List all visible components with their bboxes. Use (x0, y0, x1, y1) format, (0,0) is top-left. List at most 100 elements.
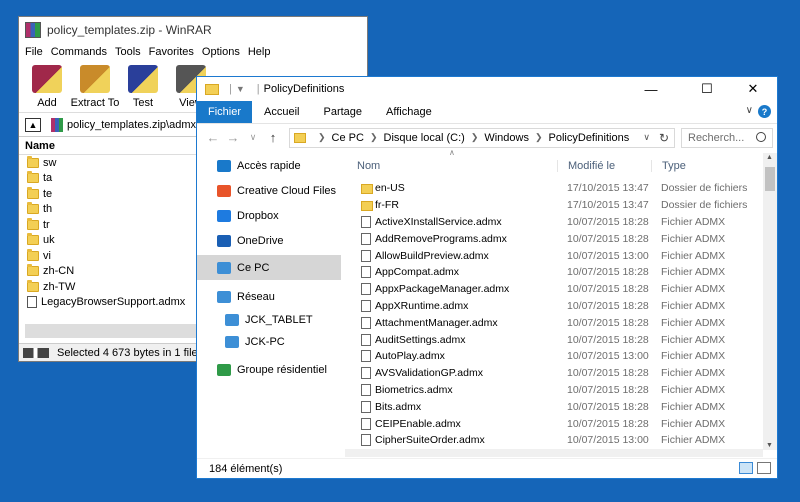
drive-icon (23, 347, 49, 358)
up-folder-icon[interactable]: ▲ (25, 117, 41, 132)
scroll-thumb[interactable] (765, 167, 775, 191)
file-date: 10/07/2015 13:00 (567, 350, 649, 363)
back-arrow-icon[interactable]: ← (203, 130, 223, 145)
search-input[interactable]: Recherch... (681, 127, 773, 148)
file-name: AuditSettings.admx (375, 333, 466, 346)
file-name: AttachmentManager.admx (375, 316, 498, 329)
table-row[interactable]: Biometrics.admx 10/07/2015 18:28 Fichier A… (345, 382, 763, 399)
folder-icon (205, 83, 219, 95)
close-icon[interactable]: ✕ (735, 77, 771, 101)
file-name: en-US (375, 182, 405, 195)
address-dropdown-icon[interactable]: ∨ (643, 132, 650, 143)
admx-file-icon (361, 249, 371, 262)
table-row[interactable]: AllowBuildPreview.admx 10/07/2015 13:00 Fi… (345, 247, 763, 264)
nav-item[interactable]: OneDrive (197, 228, 341, 253)
extract-to-button[interactable]: Extract To (71, 61, 119, 112)
admx-file-icon (361, 350, 371, 363)
breadcrumb-chevron-icon[interactable]: ❯ (471, 132, 479, 143)
table-row[interactable]: AutoPlay.admx 10/07/2015 13:00 Fichier ADM… (345, 348, 763, 365)
address-bar[interactable]: ❯ Ce PC ❯ Disque local (C:) ❯ Windows ❯ PolicyD… (289, 127, 675, 148)
winrar-titlebar[interactable]: policy_templates.zip - WinRAR (19, 17, 367, 43)
column-type[interactable]: Type (651, 160, 686, 172)
tab-accueil[interactable]: Accueil (252, 101, 311, 123)
recent-dropdown-icon[interactable]: ∨ (243, 132, 263, 143)
toolbar-label: Extract To (70, 97, 120, 109)
table-row[interactable]: AppXRuntime.admx 10/07/2015 18:28 Fichier … (345, 298, 763, 315)
search-placeholder: Recherch... (688, 131, 745, 144)
table-row[interactable]: en-US 17/10/2015 13:47 Dossier de fichiers (345, 180, 763, 197)
table-row[interactable]: fr-FR 17/10/2015 13:47 Dossier de fichiers (345, 197, 763, 214)
table-row[interactable]: AVSValidationGP.admx 10/07/2015 18:28 Fich… (345, 365, 763, 382)
file-name: ActiveXInstallService.admx (375, 215, 502, 228)
ribbon-expand-icon[interactable]: ∨ (746, 105, 753, 116)
test-button[interactable]: Test (119, 61, 167, 112)
refresh-icon[interactable]: ↻ (659, 131, 669, 145)
menu-options[interactable]: Options (200, 46, 246, 58)
item-name: th (43, 203, 53, 216)
breadcrumb-item[interactable]: Disque local (C:) (384, 132, 465, 144)
menu-favorites[interactable]: Favorites (147, 46, 200, 58)
menu-tools[interactable]: Tools (113, 46, 147, 58)
breadcrumb-item[interactable]: Ce PC (332, 132, 364, 144)
table-row[interactable]: AppCompat.admx 10/07/2015 18:28 Fichier AD… (345, 264, 763, 281)
breadcrumb-chevron-icon[interactable]: ❯ (318, 132, 326, 143)
breadcrumb-chevron-icon[interactable]: ❯ (535, 132, 543, 143)
breadcrumb-item[interactable]: Windows (484, 132, 529, 144)
file-name: fr-FR (375, 199, 399, 212)
horizontal-scrollbar[interactable] (345, 449, 763, 457)
scroll-up-icon[interactable]: ▲ (766, 154, 773, 161)
table-row[interactable]: AppxPackageManager.admx 10/07/2015 18:28 F… (345, 281, 763, 298)
nav-item[interactable]: Accès rapide (197, 153, 341, 178)
table-row[interactable]: Bits.admx 10/07/2015 18:28 Fichier ADMX (345, 398, 763, 415)
item-name: vi (43, 249, 51, 262)
table-row[interactable]: ActiveXInstallService.admx 10/07/2015 18:… (345, 214, 763, 231)
admx-file-icon (361, 266, 371, 279)
up-arrow-icon[interactable]: ↑ (263, 130, 283, 145)
scroll-down-icon[interactable]: ▼ (766, 442, 773, 449)
admx-file-icon (361, 283, 371, 296)
nav-item[interactable]: Dropbox (197, 203, 341, 228)
quick-access-pin-icon[interactable]: ▼ (236, 84, 245, 94)
vertical-scrollbar[interactable]: ▲ ▼ (763, 153, 777, 450)
menu-commands[interactable]: Commands (49, 46, 113, 58)
tab-affichage[interactable]: Affichage (374, 101, 444, 123)
breadcrumb-item[interactable]: PolicyDefinitions (549, 132, 630, 144)
column-modified[interactable]: Modifié le (557, 160, 615, 172)
nav-item[interactable]: Réseau (197, 284, 341, 309)
help-icon[interactable]: ? (758, 105, 771, 118)
forward-arrow-icon[interactable]: → (223, 130, 243, 145)
file-type: Fichier ADMX (661, 249, 726, 262)
folder-icon (361, 200, 373, 211)
tab-partage[interactable]: Partage (311, 101, 374, 123)
nav-item[interactable]: Groupe résidentiel (197, 357, 341, 382)
menu-help[interactable]: Help (246, 46, 277, 58)
breadcrumb-chevron-icon[interactable]: ❯ (370, 132, 378, 143)
table-row[interactable]: AuditSettings.admx 10/07/2015 18:28 Fichie… (345, 331, 763, 348)
maximize-icon[interactable]: ☐ (689, 77, 725, 101)
large-icons-view-icon[interactable] (757, 462, 771, 474)
explorer-titlebar[interactable]: | ▼ | PolicyDefinitions — ☐ ✕ (197, 77, 777, 101)
menu-file[interactable]: File (23, 46, 49, 58)
winrar-horizontal-scrollbar[interactable] (25, 324, 201, 338)
nav-item[interactable]: Ce PC (197, 255, 341, 280)
column-name[interactable]: Nom (357, 160, 380, 172)
nav-item[interactable]: Creative Cloud Files (197, 178, 341, 203)
admx-file-icon (361, 400, 371, 413)
admx-file-icon (361, 299, 371, 312)
minimize-icon[interactable]: — (633, 77, 669, 101)
nav-item[interactable]: JCK-PC (197, 331, 341, 353)
table-row[interactable]: AttachmentManager.admx 10/07/2015 18:28 Fi… (345, 314, 763, 331)
table-row[interactable]: CEIPEnable.admx 10/07/2015 18:28 Fichier A… (345, 415, 763, 432)
explorer-window[interactable]: | ▼ | PolicyDefinitions — ☐ ✕ Fichier Acc… (196, 76, 778, 479)
add-button[interactable]: Add (23, 61, 71, 112)
table-row[interactable]: AddRemovePrograms.admx 10/07/2015 18:28 Fi… (345, 230, 763, 247)
nav-label: Ce PC (237, 261, 270, 274)
details-view-icon[interactable] (739, 462, 753, 474)
admx-file-icon (361, 215, 371, 228)
admx-file-icon (361, 232, 371, 245)
table-row[interactable]: CipherSuiteOrder.admx 10/07/2015 13:00 Fic… (345, 432, 763, 449)
tab-fichier[interactable]: Fichier (197, 101, 253, 123)
nav-item[interactable]: JCK_TABLET (197, 309, 341, 331)
file-type: Fichier ADMX (661, 367, 726, 380)
folder-icon (27, 217, 39, 230)
